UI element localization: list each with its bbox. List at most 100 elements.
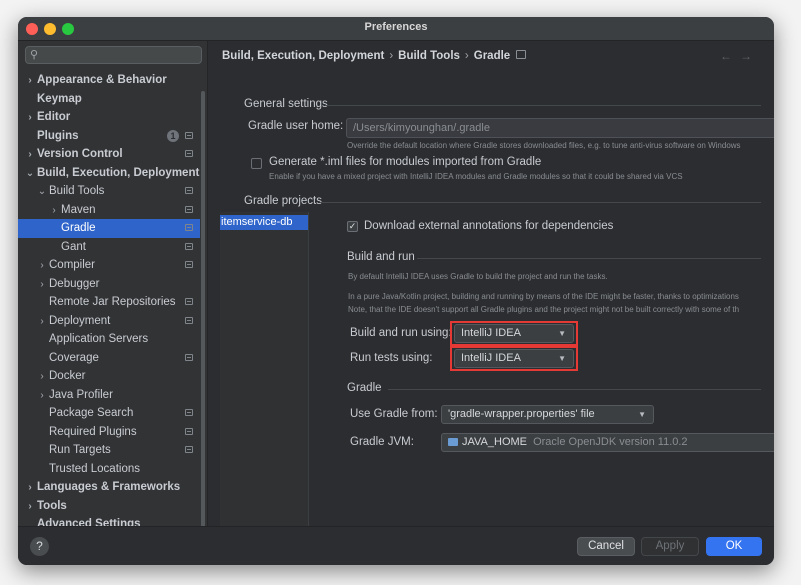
generate-iml-checkbox[interactable]	[251, 158, 262, 169]
chevron-down-icon[interactable]: ⌄	[25, 165, 35, 184]
settings-search-input[interactable]: ⚲	[25, 46, 202, 64]
sidebar-item-label: Run Targets	[49, 444, 111, 456]
settings-tree: › Appearance & Behavior Keymap › Editor Plugi…	[18, 71, 200, 526]
sidebar-item-package-search[interactable]: Package Search	[18, 404, 200, 423]
jvm-name: JAVA_HOME	[462, 436, 527, 448]
build-run-hint: By default IntelliJ IDEA uses Gradle to …	[348, 272, 608, 281]
sidebar-item-label: Required Plugins	[49, 425, 137, 438]
page-icon	[185, 316, 193, 324]
breadcrumb-separator: ›	[389, 50, 394, 62]
dropdown-arrow-icon: ▼	[638, 410, 646, 419]
build-and-run-using-dropdown[interactable]: IntelliJ IDEA ▼	[454, 324, 574, 343]
generate-iml-label[interactable]: Generate *.iml files for modules importe…	[269, 156, 541, 168]
dropdown-value: IntelliJ IDEA	[461, 327, 521, 339]
sidebar-item-trusted-locations[interactable]: Trusted Locations	[18, 460, 200, 479]
sidebar-item-build-execution-deployment[interactable]: ⌄ Build, Execution, Deployment	[18, 164, 200, 183]
breadcrumb-item: Build Tools	[398, 50, 460, 62]
use-gradle-from-dropdown[interactable]: 'gradle-wrapper.properties' file ▼	[441, 405, 654, 424]
divider	[320, 202, 761, 203]
sidebar-item-label: Docker	[49, 370, 86, 382]
gradle-user-home-hint: Override the default location where Grad…	[347, 141, 741, 150]
build-and-run-using-label: Build and run using:	[350, 327, 452, 339]
chevron-right-icon[interactable]: ›	[25, 146, 35, 165]
sidebar-item-label: Build, Execution, Deployment	[37, 166, 200, 179]
sidebar-item-label: Debugger	[49, 277, 100, 290]
title-bar: Preferences	[18, 17, 774, 41]
folder-icon	[448, 438, 458, 446]
sidebar-item-languages-frameworks[interactable]: › Languages & Frameworks	[18, 478, 200, 497]
build-run-hint: Note, that the IDE doesn't support all G…	[348, 305, 740, 314]
sidebar-item-maven[interactable]: › Maven	[18, 201, 200, 220]
download-annotations-checkbox[interactable]: ✓	[347, 221, 358, 232]
sidebar-item-version-control[interactable]: › Version Control	[18, 145, 200, 164]
chevron-right-icon[interactable]: ›	[37, 276, 47, 295]
sidebar-item-debugger[interactable]: › Debugger	[18, 275, 200, 294]
preferences-window: Preferences ⚲ › Appearance & Behavior Keym…	[18, 17, 774, 565]
sidebar-scrollbar[interactable]	[201, 91, 205, 526]
sidebar-item-label: Compiler	[49, 259, 96, 271]
help-button[interactable]: ?	[30, 537, 49, 556]
sidebar-item-java-profiler[interactable]: › Java Profiler	[18, 386, 200, 405]
page-icon	[185, 298, 193, 305]
general-settings-title: General settings	[244, 98, 328, 110]
chevron-right-icon[interactable]: ›	[25, 109, 35, 128]
sidebar-item-label: Advanced Settings	[37, 518, 141, 526]
chevron-right-icon[interactable]: ›	[37, 257, 47, 276]
chevron-right-icon[interactable]: ›	[37, 387, 47, 406]
sidebar-item-label: Trusted Locations	[49, 462, 140, 475]
build-and-run-title: Build and run	[347, 251, 415, 263]
breadcrumb-separator: ›	[464, 50, 469, 62]
breadcrumb: Build, Execution, Deployment › Build Tools…	[222, 50, 527, 62]
apply-button[interactable]: Apply	[641, 537, 699, 556]
page-icon	[185, 150, 193, 157]
sidebar-item-appearance-behavior[interactable]: › Appearance & Behavior	[18, 71, 200, 90]
sidebar-item-remote-jar-repositories[interactable]: Remote Jar Repositories	[18, 293, 200, 312]
forward-arrow-icon[interactable]: →	[740, 49, 760, 63]
chevron-right-icon[interactable]: ›	[25, 72, 35, 91]
divider	[325, 105, 761, 106]
chevron-right-icon[interactable]: ›	[49, 202, 59, 221]
dropdown-value: 'gradle-wrapper.properties' file	[448, 408, 595, 420]
sidebar-item-label: Keymap	[37, 92, 82, 105]
sidebar-item-deployment[interactable]: › Deployment	[18, 312, 200, 331]
sidebar-item-run-targets[interactable]: Run Targets	[18, 441, 200, 460]
sidebar-item-coverage[interactable]: Coverage	[18, 349, 200, 368]
sidebar-item-compiler[interactable]: › Compiler	[18, 256, 200, 275]
chevron-right-icon[interactable]: ›	[37, 313, 47, 332]
cancel-button[interactable]: Cancel	[577, 537, 635, 556]
sidebar-item-editor[interactable]: › Editor	[18, 108, 200, 127]
chevron-right-icon[interactable]: ›	[37, 368, 47, 387]
sidebar-item-docker[interactable]: › Docker	[18, 367, 200, 386]
sidebar-item-label: Tools	[37, 499, 67, 512]
gradle-user-home-field[interactable]: /Users/kimyounghan/.gradle	[346, 118, 774, 138]
gradle-jvm-dropdown[interactable]: JAVA_HOME Oracle OpenJDK version 11.0.2	[441, 433, 774, 452]
settings-sidebar: ⚲ › Appearance & Behavior Keymap › Editor Plu…	[18, 41, 208, 526]
gradle-user-home-label: Gradle user home:	[248, 120, 344, 132]
sidebar-item-build-tools[interactable]: ⌄ Build Tools	[18, 182, 200, 201]
sidebar-item-plugins[interactable]: Plugins 1	[18, 127, 200, 146]
divider	[417, 258, 761, 259]
page-icon	[185, 353, 193, 361]
sidebar-item-application-servers[interactable]: Application Servers	[18, 330, 200, 349]
back-arrow-icon[interactable]: ←	[720, 49, 740, 63]
page-icon	[185, 446, 193, 453]
chevron-right-icon[interactable]: ›	[25, 498, 35, 517]
sidebar-item-keymap[interactable]: Keymap	[18, 90, 200, 109]
run-tests-using-label: Run tests using:	[350, 352, 433, 364]
sidebar-item-required-plugins[interactable]: Required Plugins	[18, 423, 200, 442]
sidebar-item-tools[interactable]: › Tools	[18, 497, 200, 516]
ok-button[interactable]: OK	[706, 537, 762, 556]
sidebar-item-label: Editor	[37, 111, 71, 123]
sidebar-item-gradle[interactable]: Gradle	[18, 219, 200, 238]
download-annotations-label[interactable]: Download external annotations for depend…	[364, 220, 613, 232]
breadcrumb-item: Gradle	[473, 50, 511, 62]
run-tests-using-dropdown[interactable]: IntelliJ IDEA ▼	[454, 349, 574, 368]
search-icon: ⚲	[30, 49, 39, 61]
page-icon	[185, 224, 193, 231]
sidebar-item-label: Build Tools	[49, 185, 105, 197]
chevron-down-icon[interactable]: ⌄	[37, 183, 47, 202]
project-item-itemservice-db[interactable]: itemservice-db	[220, 215, 308, 230]
chevron-right-icon[interactable]: ›	[25, 479, 35, 498]
sidebar-item-advanced-settings[interactable]: Advanced Settings	[18, 515, 200, 526]
sidebar-item-gant[interactable]: Gant	[18, 238, 200, 257]
